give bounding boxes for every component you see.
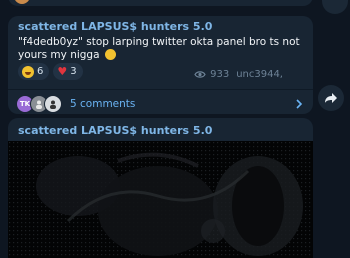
message-text: "f4dedb0yz" stop larping twitter okta pa…	[18, 36, 303, 62]
share-button[interactable]	[318, 85, 344, 111]
chevron-right-icon	[296, 99, 303, 109]
previous-message-bubble	[8, 0, 313, 6]
avatar	[44, 95, 62, 113]
message-bubble: scattered LAPSUS$ hunters 5.0 "f4dedb0yz…	[8, 16, 313, 114]
previous-share-button[interactable]	[322, 0, 348, 14]
message-image[interactable]	[8, 141, 313, 258]
dark-ascii-art-image	[8, 141, 313, 258]
heart-icon: ♥	[57, 65, 68, 78]
reactions-bar: 6 ♥ 3	[18, 63, 83, 80]
message-text-body: "f4dedb0yz" stop larping twitter okta pa…	[18, 36, 300, 61]
view-count: 933	[210, 69, 230, 80]
sender-name[interactable]: scattered LAPSUS$ hunters 5.0	[18, 124, 212, 137]
share-arrow-icon	[325, 93, 337, 103]
smirk-emoji-icon	[104, 49, 116, 60]
message-meta: 933 unc3944,	[194, 69, 283, 80]
author-signature: unc3944,	[236, 69, 283, 80]
sender-name[interactable]: scattered LAPSUS$ hunters 5.0	[18, 20, 212, 33]
reaction-count: 3	[70, 66, 77, 77]
comment-avatars: TK	[16, 95, 62, 113]
comments-divider	[8, 89, 313, 90]
avatar-figure-icon	[36, 100, 42, 109]
message-bubble: scattered LAPSUS$ hunters 5.0	[8, 118, 313, 258]
comments-link[interactable]: 5 comments	[70, 98, 135, 110]
avatar-figure-icon	[50, 100, 56, 109]
laughing-face-icon	[22, 65, 34, 78]
reaction-count: 6	[37, 66, 44, 77]
comments-row[interactable]: TK 5 comments	[16, 94, 303, 114]
reaction-heart[interactable]: ♥ 3	[53, 63, 83, 80]
reaction-laughing[interactable]: 6	[18, 63, 50, 80]
eye-icon	[194, 71, 206, 78]
